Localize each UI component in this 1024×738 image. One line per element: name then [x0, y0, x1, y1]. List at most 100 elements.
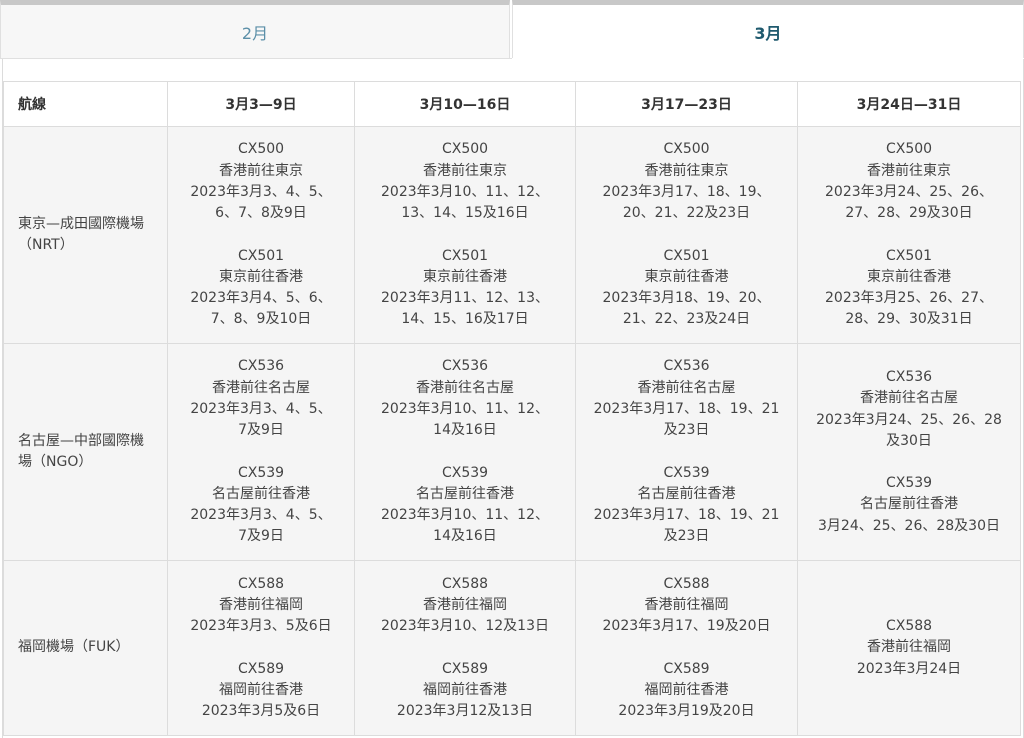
flight-entry: CX588 香港前往福岡 2023年3月24日 [804, 616, 1014, 680]
flight-number: CX589 [441, 660, 489, 677]
flight-direction: 香港前往名古屋 [416, 379, 514, 396]
flight-entry: CX589 福岡前往香港 2023年3月12及13日 [361, 659, 569, 723]
flight-entry: CX500 香港前往東京 2023年3月10、11、12、 13、14、15及16日 [361, 139, 569, 224]
flight-dates: 2023年3月4、5、6、 [190, 290, 332, 307]
flight-direction: 香港前往名古屋 [637, 379, 736, 396]
flight-dates: 及23日 [663, 528, 710, 545]
flight-entry: CX501 東京前往香港 2023年3月11、12、13、 14、15、16及17日 [361, 246, 569, 331]
flight-dates: 14及16日 [433, 422, 497, 439]
flight-direction: 香港前往福岡 [423, 596, 507, 613]
flight-number: CX588 [663, 575, 710, 592]
flight-dates: 2023年3月3、4、5、 [190, 400, 332, 417]
table-row: 名古屋—中部國際機場（NGO） CX536 香港前往名古屋 2023年3月3、4、5、… [3, 343, 1021, 561]
flight-dates: 7及9日 [238, 528, 284, 545]
flight-dates: 20、21、22及23日 [622, 205, 751, 222]
flight-entry: CX588 香港前往福岡 2023年3月3、5及6日 [174, 574, 348, 638]
flight-number: CX500 [885, 141, 933, 158]
schedule-cell: CX588 香港前往福岡 2023年3月10、12及13日 CX589 福岡前往香港 20… [354, 560, 576, 736]
flight-dates: 13、14、15及16日 [401, 205, 529, 222]
schedule-cell: CX588 香港前往福岡 2023年3月24日 [797, 560, 1021, 736]
flight-entry: CX501 東京前往香港 2023年3月18、19、20、 21、22、23及24日 [582, 246, 791, 331]
flight-direction: 東京前往香港 [867, 268, 951, 285]
table-row: 福岡機場（FUK） CX588 香港前往福岡 2023年3月3、5及6日 CX589 福岡… [3, 560, 1021, 736]
flight-entry: CX536 香港前往名古屋 2023年3月17、18、19、21 及23日 [582, 356, 791, 441]
flight-dates: 2023年3月17、18、19、 [602, 183, 771, 200]
schedule-cell: CX500 香港前往東京 2023年3月10、11、12、 13、14、15及16日 C… [354, 126, 576, 344]
flight-dates: 2023年3月10、11、12、 [381, 507, 549, 524]
flight-number: CX536 [237, 358, 285, 375]
flight-number: CX588 [237, 575, 285, 592]
flight-direction: 福岡前往香港 [219, 681, 303, 698]
flight-direction: 香港前往福岡 [867, 639, 951, 656]
flight-dates: 2023年3月19及20日 [618, 703, 755, 720]
flight-number: CX536 [663, 358, 710, 375]
flight-entry: CX500 香港前往東京 2023年3月3、4、5、 6、7、8及9日 [174, 139, 348, 224]
header-week-2: 3月10—16日 [354, 81, 576, 127]
schedule-cell: CX588 香港前往福岡 2023年3月17、19及20日 CX589 福岡前往香港 20… [575, 560, 798, 736]
flight-number: CX500 [663, 141, 710, 158]
flight-direction: 東京前往香港 [423, 268, 507, 285]
flight-direction: 香港前往東京 [423, 162, 507, 179]
flight-entry: CX500 香港前往東京 2023年3月24、25、26、 27、28、29及30日 [804, 139, 1014, 224]
flight-number: CX501 [663, 247, 710, 264]
flight-direction: 東京前往香港 [219, 268, 303, 285]
flight-number: CX536 [885, 368, 933, 385]
flight-entry: CX501 東京前往香港 2023年3月25、26、27、 28、29、30及31日 [804, 246, 1014, 331]
flight-direction: 名古屋前往香港 [416, 485, 514, 502]
flight-direction: 香港前往東京 [867, 162, 951, 179]
flight-direction: 東京前往香港 [644, 268, 729, 285]
flight-schedule-table: 航線 3月3—9日 3月10—16日 3月17—23日 3月24日—31日 東京… [3, 81, 1021, 736]
flight-entry: CX536 香港前往名古屋 2023年3月24、25、26、28 及30日 [804, 367, 1014, 452]
header-week-4: 3月24日—31日 [797, 81, 1021, 127]
flight-direction: 福岡前往香港 [423, 681, 507, 698]
flight-direction: 香港前往名古屋 [860, 390, 958, 407]
flight-dates: 14及16日 [433, 528, 497, 545]
flight-dates: 27、28、29及30日 [845, 205, 973, 222]
flight-dates: 7、8、9及10日 [210, 311, 312, 328]
flight-entry: CX501 東京前往香港 2023年3月4、5、6、 7、8、9及10日 [174, 246, 348, 331]
flight-dates: 2023年3月17、18、19、21 [593, 507, 780, 524]
flight-dates: 2023年3月3、4、5、 [190, 183, 332, 200]
flight-number: CX539 [237, 464, 285, 481]
flight-dates: 2023年3月17、19及20日 [602, 618, 771, 635]
flight-entry: CX536 香港前往名古屋 2023年3月3、4、5、 7及9日 [174, 356, 348, 441]
flight-dates: 及23日 [663, 422, 710, 439]
flight-dates: 6、7、8及9日 [215, 205, 307, 222]
flight-direction: 名古屋前往香港 [637, 485, 736, 502]
flight-entry: CX536 香港前往名古屋 2023年3月10、11、12、 14及16日 [361, 356, 569, 441]
schedule-cell: CX536 香港前往名古屋 2023年3月10、11、12、 14及16日 CX539 名… [354, 343, 576, 561]
flight-number: CX501 [237, 247, 285, 264]
flight-direction: 名古屋前往香港 [212, 485, 310, 502]
flight-entry: CX500 香港前往東京 2023年3月17、18、19、 20、21、22及23日 [582, 139, 791, 224]
tab-february[interactable]: 2月 [0, 0, 510, 58]
flight-number: CX536 [441, 358, 489, 375]
flight-direction: 福岡前往香港 [644, 681, 729, 698]
flight-dates: 2023年3月17、18、19、21 [593, 400, 780, 417]
schedule-cell: CX500 香港前往東京 2023年3月24、25、26、 27、28、29及30日 C… [797, 126, 1021, 344]
route-name: 名古屋—中部國際機場（NGO） [3, 343, 168, 561]
route-name: 東京—成田國際機場（NRT） [3, 126, 168, 344]
flight-number: CX500 [441, 141, 489, 158]
flight-dates: 2023年3月18、19、20、 [602, 290, 771, 307]
route-name: 福岡機場（FUK） [3, 560, 168, 736]
flight-number: CX501 [441, 247, 489, 264]
flight-entry: CX589 福岡前往香港 2023年3月5及6日 [174, 659, 348, 723]
flight-direction: 香港前往東京 [219, 162, 303, 179]
flight-number: CX539 [885, 475, 933, 492]
flight-direction: 名古屋前往香港 [860, 496, 958, 513]
tab-march[interactable]: 3月 [512, 0, 1024, 58]
flight-direction: 香港前往福岡 [644, 596, 729, 613]
flight-dates: 2023年3月10、12及13日 [381, 618, 549, 635]
flight-dates: 2023年3月25、26、27、 [825, 290, 993, 307]
flight-entry: CX589 福岡前往香港 2023年3月19及20日 [582, 659, 791, 723]
flight-entry: CX539 名古屋前往香港 2023年3月10、11、12、 14及16日 [361, 463, 569, 548]
flight-dates: 28、29、30及31日 [845, 311, 973, 328]
flight-dates: 2023年3月12及13日 [396, 703, 534, 720]
flight-number: CX539 [663, 464, 710, 481]
flight-dates: 3月24、25、26、28及30日 [818, 517, 1000, 534]
flight-number: CX501 [885, 247, 933, 264]
flight-dates: 2023年3月10、11、12、 [381, 183, 549, 200]
flight-dates: 21、22、23及24日 [622, 311, 751, 328]
flight-direction: 香港前往東京 [644, 162, 729, 179]
table-row: 東京—成田國際機場（NRT） CX500 香港前往東京 2023年3月3、4、5、 6、… [3, 126, 1021, 344]
